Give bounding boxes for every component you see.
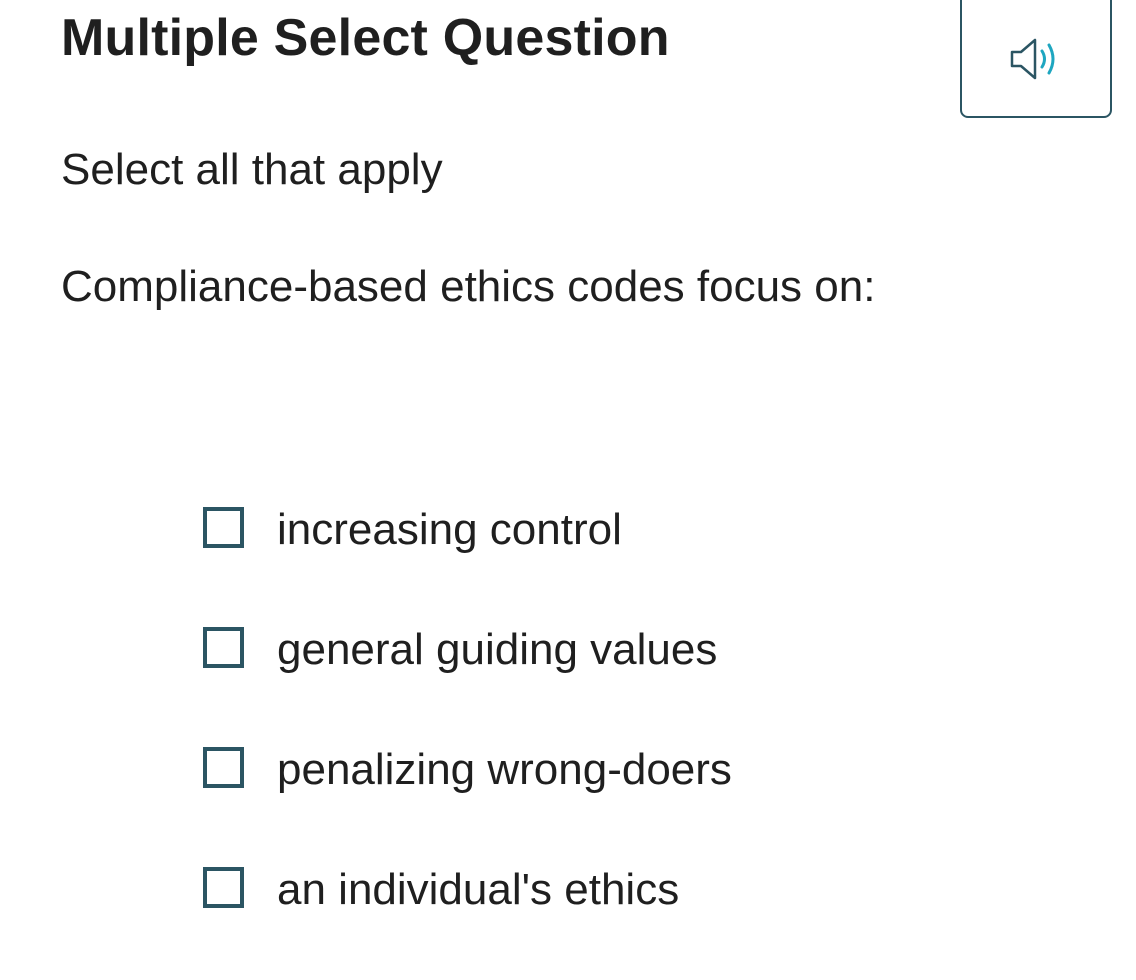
option-label: an individual's ethics bbox=[277, 865, 680, 914]
question-title: Multiple Select Question bbox=[61, 9, 670, 67]
option-label: penalizing wrong-doers bbox=[277, 745, 732, 794]
answer-option[interactable]: increasing control bbox=[203, 500, 732, 560]
speaker-volume-icon bbox=[1010, 38, 1055, 80]
answer-option[interactable]: an individual's ethics bbox=[203, 860, 732, 920]
answer-option[interactable]: general guiding values bbox=[203, 620, 732, 680]
checkbox[interactable] bbox=[203, 746, 244, 788]
read-aloud-button[interactable] bbox=[960, 0, 1112, 118]
question-prompt: Compliance-based ethics codes focus on: bbox=[61, 262, 876, 311]
option-label: general guiding values bbox=[277, 625, 718, 674]
checkbox[interactable] bbox=[203, 626, 244, 668]
option-label: increasing control bbox=[277, 505, 622, 554]
checkbox[interactable] bbox=[203, 506, 244, 548]
answer-options: increasing control general guiding value… bbox=[203, 500, 732, 980]
answer-option[interactable]: penalizing wrong-doers bbox=[203, 740, 732, 800]
checkbox[interactable] bbox=[203, 866, 244, 908]
question-instruction: Select all that apply bbox=[61, 145, 443, 194]
